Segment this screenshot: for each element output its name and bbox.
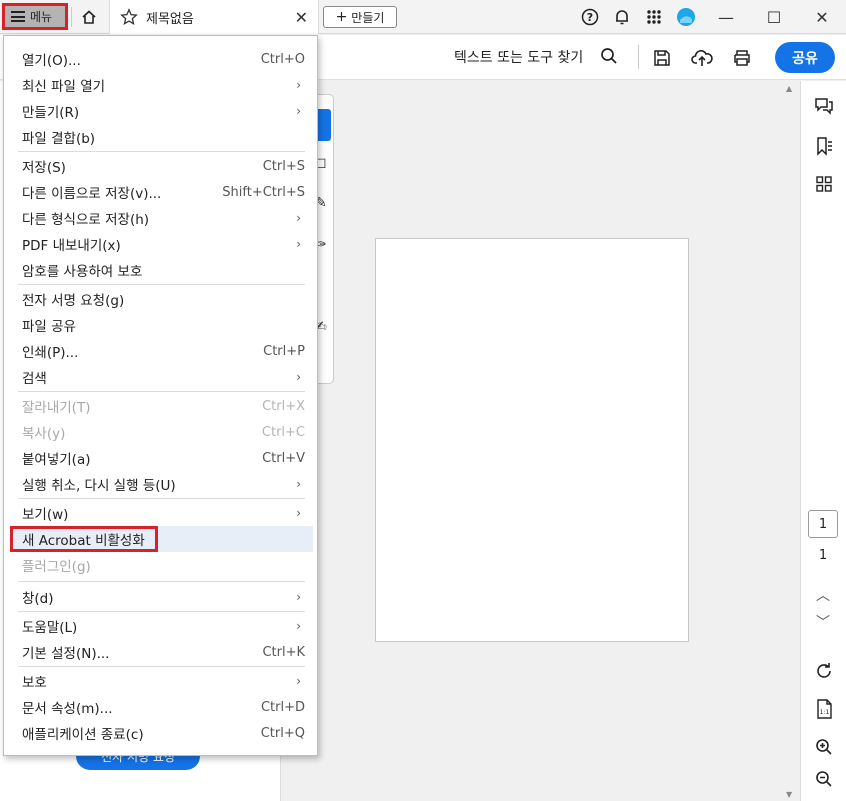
menu-item-copy: 복사(y) Ctrl+C [22, 424, 305, 443]
share-button[interactable]: 공유 [775, 42, 835, 73]
help-icon[interactable]: ? [574, 6, 606, 28]
apps-grid-icon[interactable] [638, 6, 670, 28]
menu-item-cut: 잘라내기(T) Ctrl+X [22, 398, 305, 417]
menu-item-disable-new-acrobat[interactable]: 새 Acrobat 비활성화 [10, 526, 158, 552]
menu-item-exit-application[interactable]: 애플리케이션 종료(c) Ctrl+Q [10, 720, 313, 746]
home-icon [82, 10, 96, 24]
svg-text:1:1: 1:1 [820, 709, 830, 716]
create-tab-label: 만들기 [351, 10, 385, 25]
chevron-right-icon: › [296, 477, 301, 491]
chevron-right-icon: › [296, 619, 301, 633]
close-window-button[interactable]: ✕ [798, 6, 846, 28]
menu-separator [18, 284, 305, 285]
menu-item-save-as[interactable]: 다른 이름으로 저장(v)... Shift+Ctrl+S [10, 179, 313, 205]
menu-separator [18, 611, 305, 612]
previous-page-icon[interactable]: ︿ [812, 585, 834, 605]
comment-icon[interactable] [814, 96, 834, 116]
chevron-right-icon: › [296, 78, 301, 92]
menu-separator [18, 391, 305, 392]
menu-item-paste[interactable]: 붙여넣기(a) Ctrl+V [10, 445, 313, 471]
menu-item-view[interactable]: 보기(w) › [10, 500, 313, 526]
print-icon[interactable] [730, 46, 754, 70]
divider [638, 45, 639, 69]
title-bar: 메뉴 제목없음 ✕ + 만들기 ? — ☐ ✕ [0, 0, 846, 34]
menu-button-label: 메뉴 [30, 10, 53, 24]
divider [71, 7, 72, 27]
right-rail: 1:1 [800, 81, 846, 801]
home-button[interactable] [76, 4, 102, 30]
zoom-out-icon[interactable] [814, 769, 834, 789]
vertical-scrollbar[interactable] [783, 81, 797, 801]
fit-page-icon[interactable]: 1:1 [814, 699, 834, 719]
next-page-icon[interactable]: ﹀ [812, 612, 834, 632]
close-tab-icon[interactable]: ✕ [295, 8, 308, 27]
menu-item-open[interactable]: 열기(O)... Ctrl+O [10, 46, 313, 72]
menu-item-request-esign[interactable]: 전자 서명 요청(g) [10, 286, 313, 312]
hamburger-icon [11, 11, 25, 22]
menu-item-create[interactable]: 만들기(R) › [10, 98, 313, 124]
document-tab[interactable]: 제목없음 ✕ [109, 0, 319, 34]
current-page-input[interactable]: 1 [808, 510, 838, 538]
avatar[interactable] [670, 6, 702, 28]
chevron-right-icon: › [296, 674, 301, 688]
star-icon[interactable] [120, 8, 138, 26]
zoom-in-icon[interactable] [814, 737, 834, 757]
svg-text:?: ? [587, 11, 593, 24]
document-page[interactable] [375, 238, 689, 642]
rotate-icon[interactable] [814, 661, 834, 681]
menu-item-save[interactable]: 저장(S) Ctrl+S [10, 153, 313, 179]
scroll-down-icon[interactable]: ▼ [786, 790, 792, 799]
menu-item-export-pdf[interactable]: PDF 내보내기(x) › [10, 231, 313, 257]
main-menu-dropdown: 열기(O)... Ctrl+O 최신 파일 열기 › 만들기(R) › 파일 결합(b… [3, 35, 318, 756]
maximize-button[interactable]: ☐ [750, 6, 798, 28]
menu-separator [18, 666, 305, 667]
menu-item-preferences[interactable]: 기본 설정(N)... Ctrl+K [10, 639, 313, 665]
menu-item-protect[interactable]: 보호 › [10, 668, 313, 694]
menu-item-recent-files[interactable]: 최신 파일 열기 › [10, 72, 313, 98]
create-tab-button[interactable]: + 만들기 [323, 6, 397, 28]
menu-item-share-file[interactable]: 파일 공유 [10, 312, 313, 338]
chevron-right-icon: › [296, 506, 301, 520]
tab-title: 제목없음 [146, 11, 194, 27]
thumbnails-icon[interactable] [814, 174, 834, 194]
chevron-right-icon: › [296, 590, 301, 604]
minimize-button[interactable]: — [702, 6, 750, 28]
menu-item-protect-password[interactable]: 암호를 사용하여 보호 [10, 257, 313, 283]
chevron-right-icon: › [296, 104, 301, 118]
cloud-upload-icon[interactable] [690, 46, 714, 70]
menu-item-print[interactable]: 인쇄(P)... Ctrl+P [10, 338, 313, 364]
menu-separator [18, 581, 305, 582]
menu-button[interactable]: 메뉴 [2, 3, 68, 30]
total-pages: 1 [818, 548, 828, 563]
save-icon[interactable] [650, 46, 674, 70]
find-tools-text[interactable]: 텍스트 또는 도구 찾기 [454, 47, 583, 67]
menu-item-save-as-other[interactable]: 다른 형식으로 저장(h) › [10, 205, 313, 231]
bookmark-icon[interactable] [814, 136, 834, 156]
search-icon[interactable] [600, 47, 618, 65]
bell-icon[interactable] [606, 6, 638, 28]
menu-item-combine-files[interactable]: 파일 결합(b) [10, 124, 313, 150]
menu-item-help[interactable]: 도움말(L) › [10, 613, 313, 639]
menu-item-search[interactable]: 검색 › [10, 364, 313, 390]
menu-separator [18, 498, 305, 499]
menu-separator [18, 151, 305, 152]
menu-item-plugins: 플러그인(g) [22, 559, 91, 575]
menu-item-document-properties[interactable]: 문서 속성(m)... Ctrl+D [10, 694, 313, 720]
scroll-up-icon[interactable]: ▲ [786, 84, 792, 93]
chevron-right-icon: › [296, 211, 301, 225]
plus-icon: + [335, 9, 348, 25]
chevron-right-icon: › [296, 370, 301, 384]
chevron-right-icon: › [296, 237, 301, 251]
menu-item-window[interactable]: 창(d) › [10, 584, 313, 610]
menu-item-undo-redo[interactable]: 실행 취소, 다시 실행 등(U) › [10, 471, 313, 497]
